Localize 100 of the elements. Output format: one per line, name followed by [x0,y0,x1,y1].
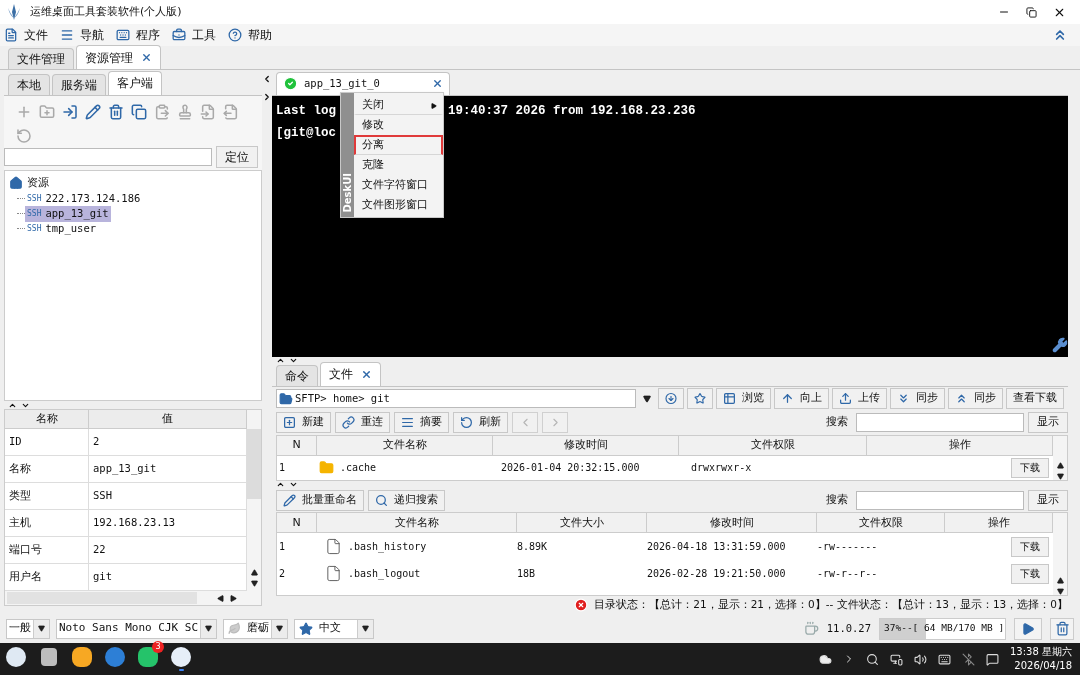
favorite-button[interactable] [687,388,713,410]
show-button[interactable]: 显示 [1028,489,1068,511]
menu-item[interactable]: 文件字符窗口 [354,175,443,195]
search-icon[interactable] [866,652,879,666]
scroll-down-icon[interactable] [1056,472,1064,480]
show-button[interactable]: 显示 [1028,412,1068,434]
table-cell-text: -rw------- [817,540,879,555]
toolbar-button[interactable]: 递归搜索 [368,489,445,511]
tab[interactable]: 命令 [276,364,318,386]
scroll-down-icon[interactable] [250,580,258,587]
search-field[interactable] [856,490,1024,510]
volume-icon[interactable] [914,652,927,666]
tab[interactable]: app_13_git_0 [276,71,450,95]
scrollbar-thumb[interactable] [247,429,261,499]
menu-item[interactable]: 导航 [60,26,104,44]
menu-item[interactable]: 关闭 [354,95,443,115]
java-icon [803,621,819,636]
tree-item[interactable]: SSH 222.173.124.186 [25,190,143,207]
bluetooth-off-icon[interactable] [962,652,975,666]
scroll-down-icon[interactable] [1056,588,1064,596]
table-cell-text: 18B [517,567,537,582]
login-icon[interactable] [62,103,78,120]
horizontal-scrollbar[interactable] [7,592,197,604]
app-icon[interactable] [171,647,191,671]
scroll-up-icon[interactable] [250,569,258,576]
menu-item[interactable]: 分离 [354,135,443,155]
display-icon[interactable] [890,652,903,666]
toolbar-button[interactable]: 重连 [335,412,390,434]
combo-box[interactable]: 磨砺 [223,618,289,639]
scroll-left-icon[interactable] [217,594,224,602]
tab[interactable]: 资源管理 [76,45,161,69]
menu-item[interactable]: 工具 [172,26,216,44]
restore-icon[interactable] [1026,6,1037,18]
file-icon [325,538,342,556]
scroll-up-icon[interactable] [1056,461,1064,469]
message-icon[interactable] [986,652,999,666]
download-button[interactable]: 下载 [1011,563,1049,584]
table-cell: ID [5,429,89,455]
download-button[interactable]: 下载 [1011,457,1049,478]
table-cell-text: -rw-r--r-- [817,567,879,582]
menu-item[interactable]: 文件图形窗口 [354,195,443,215]
menu-item[interactable]: 文件 [4,26,48,44]
tab[interactable]: 文件管理 [8,48,74,69]
button-icon [375,493,388,507]
path-field[interactable]: SFTP> home> git [276,389,636,409]
table-cell-text: 2026-02-28 19:21:50.000 [647,567,787,582]
pencil-icon[interactable] [85,103,101,120]
tab[interactable]: 本地 [8,73,50,95]
scroll-up-icon[interactable] [1056,577,1064,585]
menu-item[interactable]: 修改 [354,115,443,135]
table-cell-text: 8.89K [517,540,549,555]
dropdown-icon[interactable] [643,394,651,403]
search-field[interactable] [856,413,1024,433]
cloud-icon[interactable] [819,652,832,666]
toolbar-button[interactable]: 同步 [890,388,945,410]
table-cell: 主机 [5,510,89,536]
button-icon [460,416,473,430]
combo-box[interactable]: 一般 [6,618,50,639]
toolbar-button[interactable]: 批量重命名 [276,489,364,511]
folder-icon [319,460,334,476]
column-header: 文件权限 [817,513,945,534]
toolbar-button[interactable]: 摘要 [394,412,449,434]
toolbar-button[interactable]: 查看下载 [1006,388,1064,410]
search-label: 搜索 [826,414,848,431]
terminal-text: 19:40:37 2026 from 192.168.23.236 [448,102,696,120]
download-button[interactable]: 下载 [1011,536,1049,557]
tab[interactable]: 客户端 [108,70,162,95]
tree-item[interactable]: SSH app_13_git [25,205,111,222]
combo-box[interactable]: 中文 [294,618,375,639]
toolbar-button[interactable]: 刷新 [453,412,508,434]
locate-button[interactable]: 定位 [216,145,258,168]
scroll-tabs-left-icon[interactable] [262,74,272,84]
trash-icon[interactable] [108,103,124,120]
column-header: 修改时间 [647,513,817,534]
scroll-right-icon[interactable] [230,594,237,602]
tab[interactable]: 服务端 [52,73,106,95]
tree-item[interactable]: SSH tmp_user [25,220,99,237]
toolbar-button[interactable]: 上传 [832,388,887,410]
table-cell-text: .bash_history [348,540,427,555]
table-cell: 名称 [5,456,89,482]
tab[interactable]: 文件 [320,361,381,386]
toolbar-button[interactable]: 新建 [276,412,331,434]
copy-icon[interactable] [131,103,147,120]
combo-box[interactable]: Noto Sans Mono CJK SC [56,618,218,639]
wrench-icon[interactable] [1052,336,1068,353]
keyboard-icon[interactable] [938,652,951,666]
toolbar-button[interactable]: 同步 [948,388,1003,410]
table-cell: 端口号 [5,537,89,563]
folder-icon [279,391,293,406]
run-button[interactable] [1014,617,1042,640]
toolbar-button[interactable]: 向上 [774,388,829,410]
menu-item[interactable]: 程序 [116,26,160,44]
search-field[interactable] [4,147,212,166]
menu-item[interactable]: 克隆 [354,155,443,175]
scroll-tabs-right-icon[interactable] [262,92,272,102]
clock[interactable]: 13:38 星期六 2026/04/18 [1010,645,1074,673]
menu-item[interactable]: 帮助 [228,26,272,44]
toolbar-button[interactable]: 浏览 [716,388,771,410]
clear-button[interactable] [1050,617,1074,640]
circle-download-button[interactable] [658,388,684,410]
